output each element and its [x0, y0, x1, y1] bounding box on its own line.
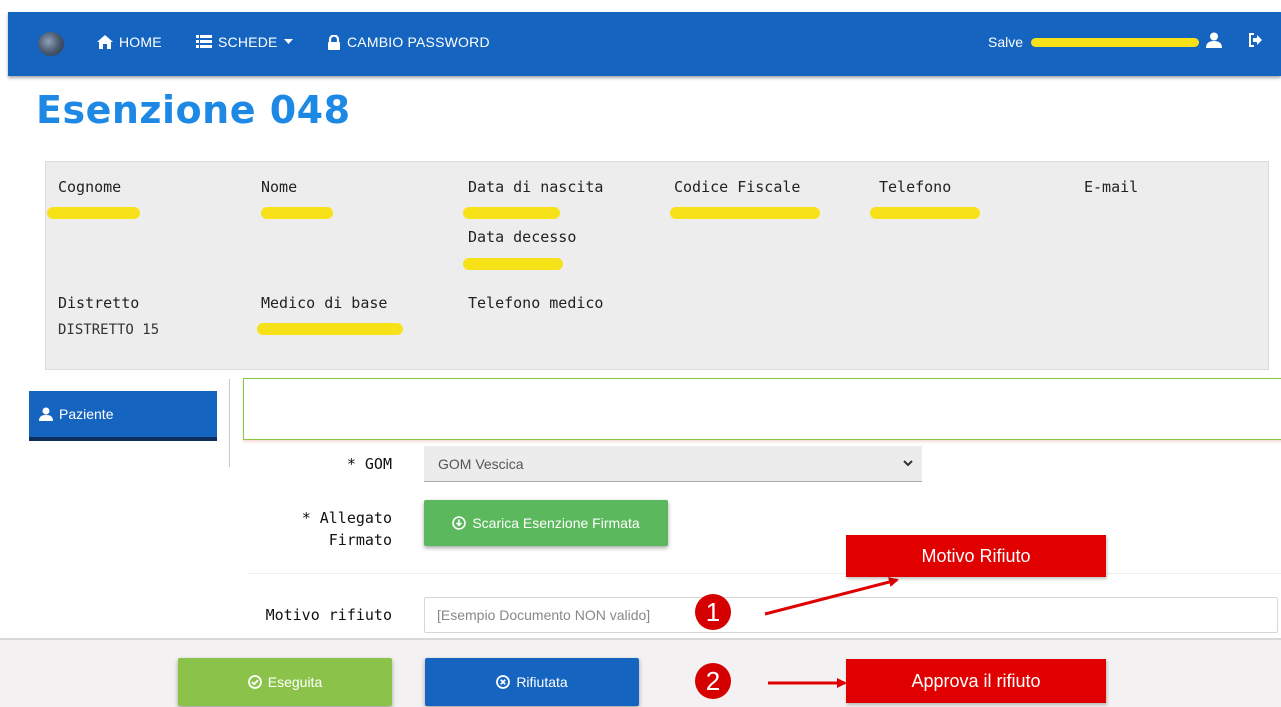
badge-2-text: 2	[705, 665, 721, 696]
arrow-1	[764, 577, 899, 616]
step-badge-2: 2	[695, 663, 731, 699]
callout-1-text: Motivo Rifiuto	[921, 545, 1031, 566]
callout-motivo-rifiuto: Motivo Rifiuto	[846, 535, 1106, 577]
badge-1-text: 1	[705, 596, 721, 627]
annotation-arrows	[764, 577, 899, 688]
callout-approva-rifiuto: Approva il rifiuto	[846, 659, 1106, 703]
step-badge-1: 1	[695, 594, 731, 630]
callout-2-text: Approva il rifiuto	[911, 670, 1041, 691]
